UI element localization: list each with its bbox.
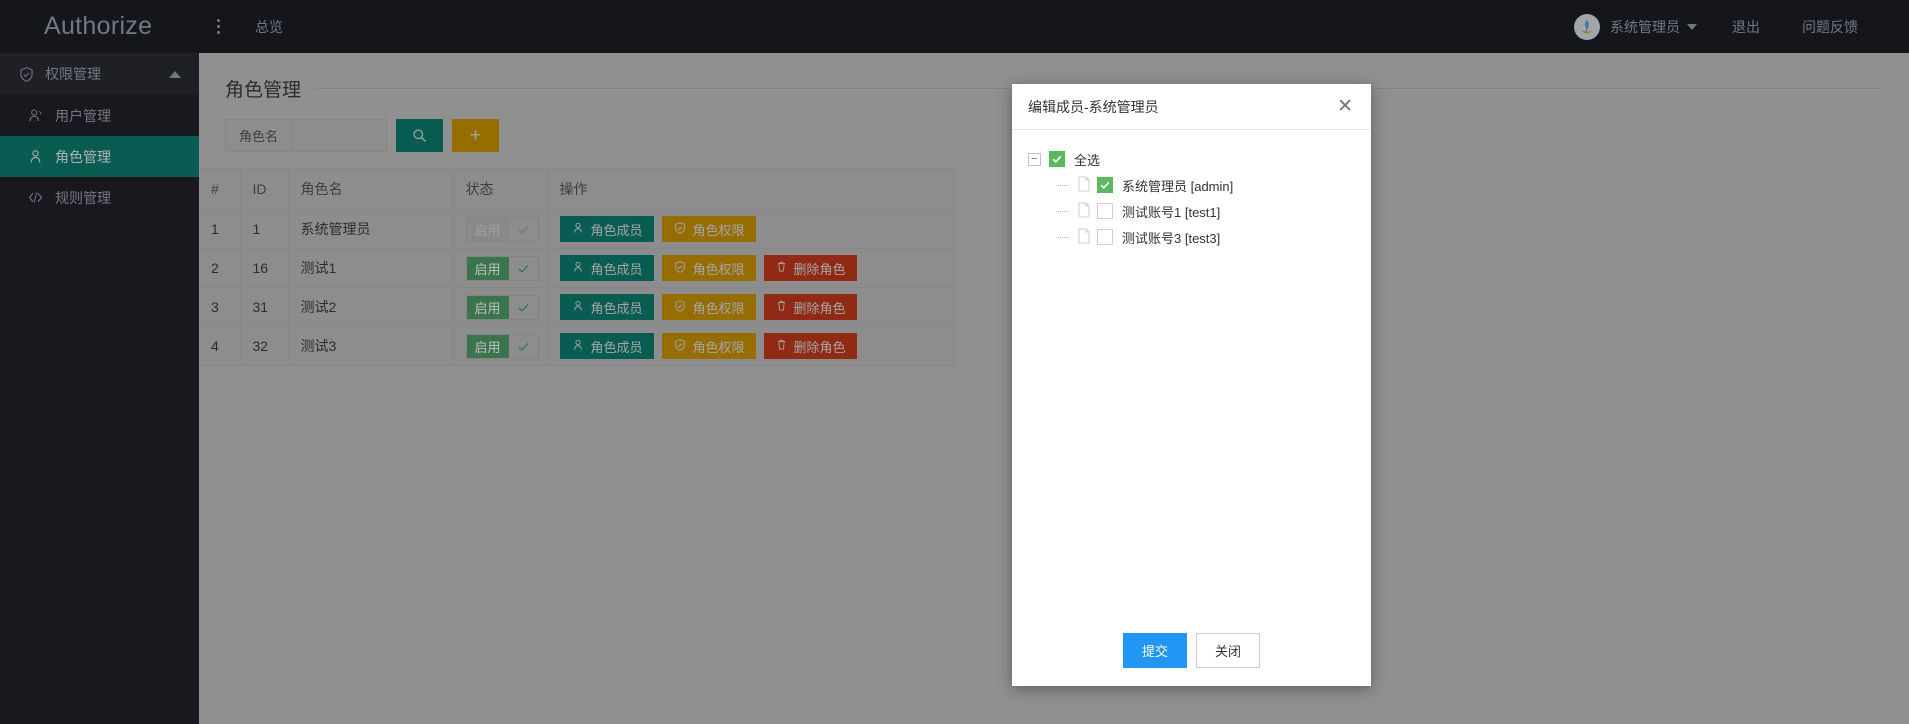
checkbox-member[interactable] <box>1097 177 1113 193</box>
collapse-toggle-icon[interactable]: − <box>1028 152 1041 166</box>
checkbox-member[interactable] <box>1097 203 1113 219</box>
submit-button[interactable]: 提交 <box>1122 633 1187 668</box>
modal-overlay[interactable] <box>0 0 1909 724</box>
document-icon <box>1077 176 1097 195</box>
member-tree: − 全选 系统管理员 [admin] 测试账号1 [test1] 测试账号3 [te… <box>1028 146 1355 250</box>
modal-title: 编辑成员-系统管理员 <box>1028 98 1159 115</box>
modal-header: 编辑成员-系统管理员 ✕ <box>1012 84 1371 130</box>
check-icon <box>1100 181 1110 189</box>
edit-member-modal: 编辑成员-系统管理员 ✕ − 全选 系统管理员 [admin] 测试账号1 [te… <box>1012 84 1371 686</box>
checkbox-select-all[interactable] <box>1049 151 1065 167</box>
tree-label-root: 全选 <box>1074 152 1101 168</box>
tree-label-member: 系统管理员 [admin] <box>1122 178 1234 194</box>
tree-connector <box>1056 179 1069 192</box>
app-root: Authorize 总览 系统管理员 退出 问题反馈 权限管理 用户管理 角色管… <box>0 0 1909 724</box>
tree-children: 系统管理员 [admin] 测试账号1 [test1] 测试账号3 [test3] <box>1028 172 1355 250</box>
tree-label-member: 测试账号1 [test1] <box>1122 204 1221 220</box>
document-icon <box>1077 228 1097 247</box>
modal-footer: 提交 关闭 <box>1012 633 1371 686</box>
tree-label-member: 测试账号3 [test3] <box>1122 230 1221 246</box>
document-icon <box>1077 202 1097 221</box>
close-icon[interactable]: ✕ <box>1335 95 1355 118</box>
tree-connector <box>1056 231 1069 244</box>
tree-connector <box>1056 205 1069 218</box>
close-button[interactable]: 关闭 <box>1196 633 1261 668</box>
tree-row-member[interactable]: 测试账号3 [test3] <box>1028 224 1355 250</box>
tree-row-member[interactable]: 测试账号1 [test1] <box>1028 198 1355 224</box>
tree-row-root[interactable]: − 全选 <box>1028 146 1355 172</box>
modal-body: − 全选 系统管理员 [admin] 测试账号1 [test1] 测试账号3 [te… <box>1012 130 1371 633</box>
check-icon <box>1052 155 1062 163</box>
tree-row-member[interactable]: 系统管理员 [admin] <box>1028 172 1355 198</box>
checkbox-member[interactable] <box>1097 229 1113 245</box>
